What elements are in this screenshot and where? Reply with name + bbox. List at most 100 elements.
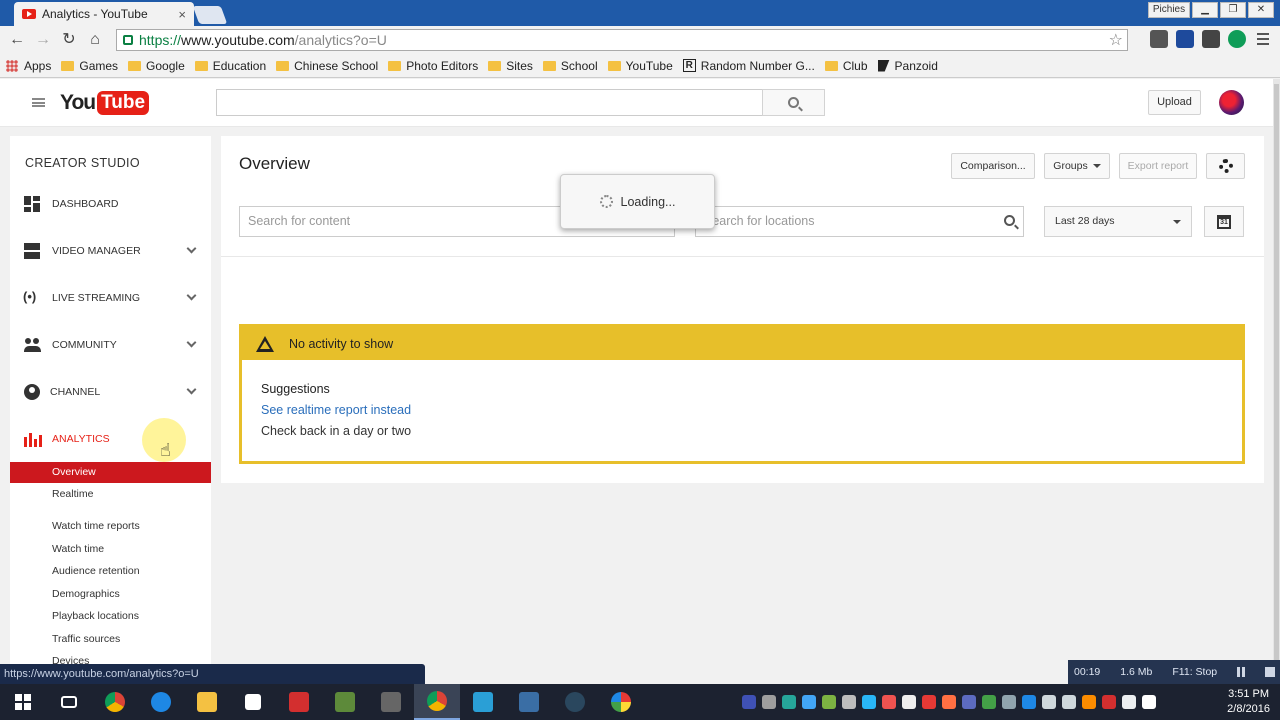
browser-tab-analytics[interactable]: Analytics - YouTube × [14, 2, 194, 26]
bookmark-panzoid[interactable]: Panzoid [877, 59, 938, 73]
tray-icon[interactable] [862, 695, 876, 709]
upload-button[interactable]: Upload [1148, 90, 1201, 115]
new-tab-button[interactable] [192, 6, 228, 24]
tray-icon[interactable] [1122, 695, 1136, 709]
tray-icon[interactable] [962, 695, 976, 709]
bookmark-folder-club[interactable]: Club [824, 59, 868, 73]
chevron-down-icon[interactable] [186, 337, 197, 348]
tray-icon[interactable] [922, 695, 936, 709]
search-icon[interactable] [1004, 215, 1015, 226]
groups-button[interactable]: Groups [1044, 153, 1110, 179]
tray-icon[interactable] [782, 695, 796, 709]
hangouts-extension-icon[interactable] [1228, 30, 1246, 48]
page-scrollbar[interactable] [1273, 79, 1280, 684]
comparison-button[interactable]: Comparison... [951, 153, 1035, 179]
sidebar-item-channel[interactable]: CHANNEL [10, 377, 211, 407]
realtime-report-link[interactable]: See realtime report instead [261, 403, 411, 417]
taskbar-di-app[interactable] [368, 684, 414, 720]
tray-icon[interactable] [822, 695, 836, 709]
bookmark-apps[interactable]: Apps [6, 59, 51, 73]
start-button[interactable] [0, 684, 46, 720]
tray-icon[interactable] [902, 695, 916, 709]
stop-icon[interactable] [1265, 667, 1276, 677]
date-range-select[interactable]: Last 28 days [1044, 206, 1192, 237]
tray-icon[interactable] [1082, 695, 1096, 709]
profile-button[interactable]: Pichies [1148, 2, 1190, 18]
sidebar-subitem-audience-retention[interactable]: Audience retention [10, 561, 211, 582]
taskbar-explorer[interactable] [184, 684, 230, 720]
bookmark-folder-sites[interactable]: Sites [488, 59, 533, 73]
bookmark-folder-youtube[interactable]: YouTube [607, 59, 673, 73]
bookmark-folder-games[interactable]: Games [61, 59, 118, 73]
tray-icon[interactable] [942, 695, 956, 709]
sidebar-subitem-playback-locations[interactable]: Playback locations [10, 606, 211, 627]
reload-icon[interactable]: ↻ [58, 29, 80, 51]
tab-close-icon[interactable]: × [178, 7, 186, 22]
sidebar-subitem-watch-time[interactable]: Watch time [10, 539, 211, 560]
bookmark-random-number[interactable]: R Random Number G... [682, 59, 815, 73]
tray-icon[interactable] [882, 695, 896, 709]
bookmark-folder-education[interactable]: Education [194, 59, 266, 73]
restore-button[interactable]: ❐ [1220, 2, 1246, 18]
extension-icon[interactable] [1150, 30, 1168, 48]
tray-icon[interactable] [1022, 695, 1036, 709]
settings-button[interactable] [1206, 153, 1245, 179]
address-bar[interactable]: https:// www.youtube.com /analytics?o=U … [116, 29, 1128, 51]
close-window-button[interactable]: ✕ [1248, 2, 1274, 18]
bookmark-folder-google[interactable]: Google [128, 59, 185, 73]
sidebar-subitem-watch-time-reports[interactable]: Watch time reports [10, 516, 211, 537]
taskbar-vs-app[interactable] [506, 684, 552, 720]
camera-extension-icon[interactable] [1202, 30, 1220, 48]
taskbar-chrome[interactable] [92, 684, 138, 720]
chevron-down-icon[interactable] [186, 243, 197, 254]
taskbar-t-app[interactable] [276, 684, 322, 720]
taskbar-edge[interactable] [138, 684, 184, 720]
sidebar-subitem-traffic-sources[interactable]: Traffic sources [10, 629, 211, 650]
sidebar-subitem-demographics[interactable]: Demographics [10, 584, 211, 605]
taskbar-minecraft[interactable] [322, 684, 368, 720]
wifi-icon[interactable] [1062, 695, 1076, 709]
taskbar-picasa[interactable] [598, 684, 644, 720]
bookmark-star-icon[interactable]: ☆ [1109, 30, 1123, 50]
notifications-icon[interactable] [1142, 695, 1156, 709]
minimize-button[interactable]: ▁ [1192, 2, 1218, 18]
taskbar-store[interactable] [230, 684, 276, 720]
bookmark-folder-chinese-school[interactable]: Chinese School [276, 59, 378, 73]
tray-icon[interactable] [1002, 695, 1016, 709]
taskbar-chrome-active[interactable] [414, 684, 460, 720]
taskbar-clock[interactable]: 3:51 PM 2/8/2016 [1227, 687, 1270, 717]
hamburger-menu-icon[interactable] [32, 98, 45, 107]
tray-icon[interactable] [842, 695, 856, 709]
site-search-input[interactable] [216, 89, 763, 116]
site-search-button[interactable] [762, 89, 825, 116]
sidebar-subitem-overview[interactable]: Overview [10, 462, 211, 483]
bookmark-folder-school[interactable]: School [542, 59, 598, 73]
pause-icon[interactable] [1237, 667, 1246, 677]
sidebar-item-live-streaming[interactable]: LIVE STREAMING [10, 283, 211, 313]
youtube-logo[interactable]: You Tube [60, 89, 150, 117]
scrollbar-thumb[interactable] [1274, 84, 1279, 674]
chevron-down-icon[interactable] [186, 384, 197, 395]
back-icon[interactable]: ← [6, 29, 28, 51]
forward-icon[interactable]: → [32, 29, 54, 51]
export-report-button[interactable]: Export report [1119, 153, 1197, 179]
tray-icon[interactable] [982, 695, 996, 709]
sidebar-item-community[interactable]: COMMUNITY [10, 330, 211, 360]
extension-icon[interactable] [1176, 30, 1194, 48]
tray-icon[interactable] [802, 695, 816, 709]
tray-icon[interactable] [742, 695, 756, 709]
taskbar-steam[interactable] [552, 684, 598, 720]
sidebar-item-video-manager[interactable]: VIDEO MANAGER [10, 236, 211, 266]
home-icon[interactable]: ⌂ [84, 29, 106, 51]
sidebar-item-dashboard[interactable]: DASHBOARD [10, 189, 211, 219]
speaker-icon[interactable] [1042, 695, 1056, 709]
chrome-menu-icon[interactable] [1254, 30, 1272, 48]
recorder-stop-hint[interactable]: F11: Stop [1172, 666, 1217, 678]
location-search-input[interactable]: Search for locations [695, 206, 1024, 237]
task-view-button[interactable] [46, 684, 92, 720]
taskbar-screenshot-app[interactable] [460, 684, 506, 720]
chevron-down-icon[interactable] [186, 290, 197, 301]
bookmark-folder-photo-editors[interactable]: Photo Editors [388, 59, 478, 73]
sidebar-subitem-realtime[interactable]: Realtime [10, 484, 211, 505]
avatar[interactable] [1219, 90, 1244, 115]
